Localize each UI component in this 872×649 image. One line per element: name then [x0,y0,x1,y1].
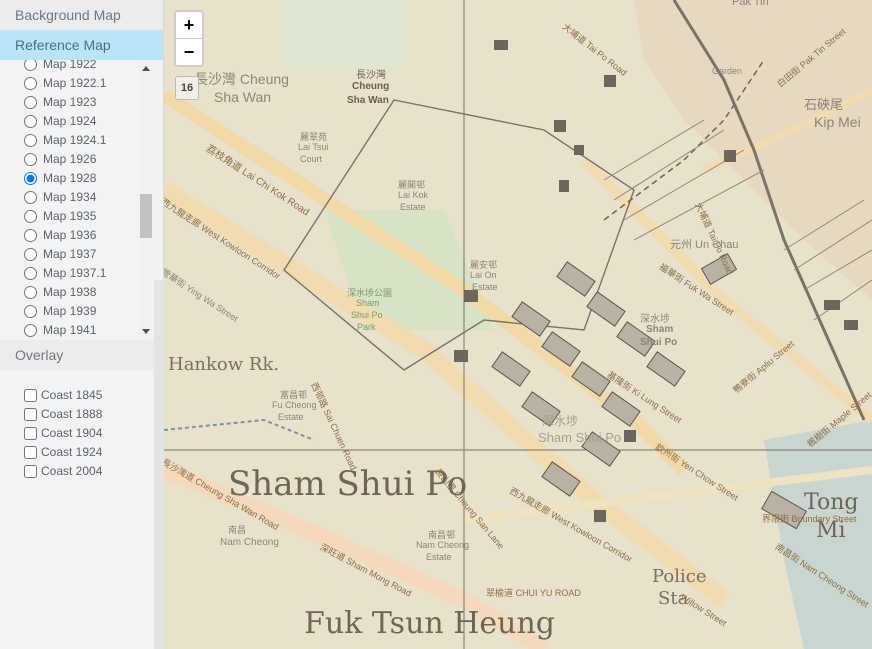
label-ssp-district-zh: 深水埗 [542,414,579,428]
reference-map-radio[interactable] [24,286,37,299]
zoom-level-indicator: 16 [175,76,199,100]
scrollbar-thumb[interactable] [140,194,152,238]
map-canvas[interactable]: 長沙灣 Cheung Sha Wan 長沙灣 Cheung Sha Wan 荔枝… [164,0,872,649]
label-ssp-station-en: Sham [646,324,674,335]
overlay-checkbox[interactable] [24,389,37,402]
overlay-option-label: Coast 1888 [41,407,103,421]
label-lai-on-en: Lai On [470,270,497,280]
reference-map-radio[interactable] [24,229,37,242]
zoom-in-button[interactable]: + [176,12,202,39]
overlay-checkbox[interactable] [24,408,37,421]
reference-map-option-label: Map 1937.1 [43,266,107,280]
overlay-checkbox[interactable] [24,446,37,459]
green-area [284,0,404,70]
reference-map-option-label: Map 1935 [43,209,97,223]
overlay-option[interactable]: Coast 2004 [24,462,163,481]
label-nam-cheong-estate-en2: Estate [426,552,452,562]
reference-map-option-label: Map 1934 [43,190,97,204]
reference-map-option-label: Map 1939 [43,304,97,318]
reference-map-option-label: Map 1936 [43,228,97,242]
reference-map-radio[interactable] [24,210,37,223]
reference-map-radio[interactable] [24,191,37,204]
label-fu-cheong-en: Fu Cheong [272,400,317,410]
label-shek-kip-mei: 石硤尾 [804,97,844,112]
label-ssp-park-en2: Shui Po [351,310,383,320]
label-ssp-district-en: Sham Shui Po [538,430,622,445]
reference-map-radio[interactable] [24,134,37,147]
reference-map-option-label: Map 1937 [43,247,97,261]
reference-map-radio[interactable] [24,153,37,166]
label-nam-cheong: 南昌 [228,525,247,535]
reference-map-option-label: Map 1924 [43,114,97,128]
zoom-out-button[interactable]: − [176,39,202,65]
overlay-checkbox[interactable] [24,427,37,440]
reference-map-header[interactable]: Reference Map [0,30,163,60]
reference-map-option-label: Map 1922.1 [43,76,107,90]
overlay-header[interactable]: Overlay [0,340,163,370]
label-cheung-sha-wan: 長沙灣 Cheung [194,71,289,87]
overlay-checkbox[interactable] [24,465,37,478]
reference-map-option-label: Map 1941 [43,323,97,337]
label-garden: Garden [712,66,743,76]
sidebar-edge [154,280,164,649]
reference-map-radio[interactable] [24,172,37,185]
zoom-control: + − [174,10,204,67]
label-csw-station-en: Cheung [352,81,390,92]
label-lai-kok-en2: Estate [400,202,426,212]
reference-map-radio[interactable] [24,324,37,337]
label-nam-cheong-estate-en: Nam Cheong [416,540,470,550]
reference-map-option-label: Map 1922 [43,60,97,71]
label-ssp-park-en3: Park [357,322,376,332]
overlay-option-label: Coast 1924 [41,445,103,459]
label-un-chau: 元州 Un Chau [670,239,739,251]
label-boundary-street: 界限街 Boundary Street [762,514,857,524]
overlay-option[interactable]: Coast 1904 [24,424,163,443]
layer-sidebar: Background Map Reference Map Map 1922 Ma… [0,0,164,649]
label-csw-station-en2: Sha Wan [347,95,389,106]
label-cheung-sha-wan-en: Sha Wan [214,89,272,105]
reference-map-radio[interactable] [24,248,37,261]
scroll-down-arrow-icon[interactable] [142,329,150,334]
reference-map-radio[interactable] [24,115,37,128]
label-hankow: Hankow Rk. [168,354,280,375]
overlay-option[interactable]: Coast 1924 [24,443,163,462]
reference-map-list[interactable]: Map 1922 Map 1922.1 Map 1923 Map 1924 Ma… [0,60,163,340]
label-fuk-tsun-heung: Fuk Tsun Heung [304,606,556,641]
reference-map-option-label: Map 1926 [43,152,97,166]
label-kip-mei: Kip Mei [814,114,861,130]
reference-list-scrollbar[interactable] [139,60,153,340]
label-lai-tsui-court-en2: Court [300,154,323,164]
background-map-header[interactable]: Background Map [0,0,163,30]
label-ssp-park-en: Sham [356,298,380,308]
reference-map-option-label: Map 1923 [43,95,97,109]
label-police: Police [652,566,707,587]
reference-map-radio[interactable] [24,77,37,90]
reference-map-option-label: Map 1924.1 [43,133,107,147]
label-nam-cheong-en: Nam Cheong [220,537,279,548]
reference-map-radio[interactable] [24,267,37,280]
label-lai-on-en2: Estate [472,282,498,292]
label-fu-cheong-en2: Estate [278,412,304,422]
overlay-option[interactable]: Coast 1845 [24,386,163,405]
label-lai-kok-en: Lai Kok [398,190,429,200]
reference-map-radio[interactable] [24,305,37,318]
reference-map-radio[interactable] [24,60,37,71]
label-pak-tin: Pak Tin [732,0,769,8]
label-ssp-station-en2: Shui Po [640,337,678,348]
reference-map-option-label: Map 1938 [43,285,97,299]
overlay-option[interactable]: Coast 1888 [24,405,163,424]
overlay-option-label: Coast 2004 [41,464,103,478]
overlay-option-label: Coast 1845 [41,388,103,402]
reference-map-option-label: Map 1928 [43,171,97,185]
label-lai-tsui-court-en: Lai Tsui [298,142,329,152]
label-chui-yu-road: 翠榆道 CHUI YU ROAD [486,588,581,598]
label-ssp-station-zh: 深水埗 [640,314,670,325]
reference-map-radio[interactable] [24,96,37,109]
label-csw-station-zh: 長沙灣 [356,70,386,81]
scroll-up-arrow-icon[interactable] [142,66,150,71]
overlay-option-label: Coast 1904 [41,426,103,440]
label-sham-shui-po-old: Sham Shui Po [228,464,468,504]
overlay-list: Coast 1845 Coast 1888 Coast 1904 Coast 1… [0,370,163,481]
